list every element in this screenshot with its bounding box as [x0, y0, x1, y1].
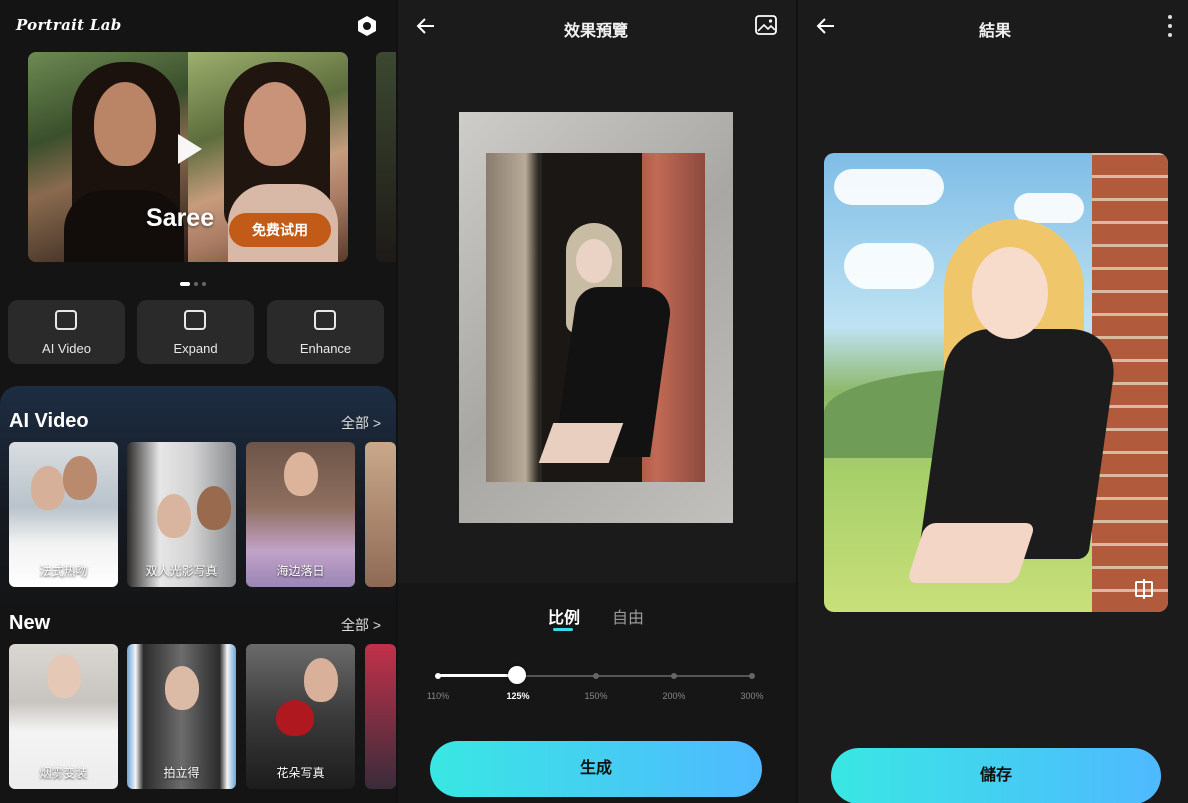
home-screen: Portrait Lab Saree 免费试用 AI Video Expand … — [0, 0, 396, 803]
ratio-label[interactable]: 300% — [732, 691, 772, 701]
promo-banner[interactable]: Saree 免费试用 — [28, 52, 348, 262]
ratio-label[interactable]: 110% — [418, 691, 458, 701]
enhance-icon — [314, 310, 336, 330]
card-caption: 双人光影写真 — [145, 564, 218, 578]
tab-free[interactable]: 自由 — [612, 604, 644, 628]
result-image — [824, 153, 1168, 612]
ratio-slider-handle[interactable] — [508, 666, 526, 684]
see-all-new-link[interactable]: 全部 > — [341, 615, 381, 635]
expand-icon — [184, 310, 206, 330]
tool-label: Enhance — [299, 341, 352, 356]
tool-ai-video-button[interactable]: AI Video — [8, 300, 125, 364]
page-title: 結果 — [979, 23, 1012, 40]
card-caption: 花朵写真 — [276, 766, 325, 780]
ratio-label[interactable]: 200% — [654, 691, 694, 701]
template-card[interactable]: 双人光影写真 — [127, 442, 236, 587]
transform-arrow-icon — [178, 134, 202, 164]
ratio-tick — [435, 673, 441, 679]
page-title: 效果預覽 — [564, 23, 629, 40]
ratio-label[interactable]: 150% — [576, 691, 616, 701]
card-caption: 拍立得 — [163, 766, 200, 780]
source-photo — [486, 153, 705, 482]
generate-button[interactable]: 生成 — [430, 741, 762, 797]
template-card-peek[interactable] — [365, 644, 396, 789]
active-tab-indicator — [553, 628, 573, 631]
template-card[interactable]: 海边落日 — [246, 442, 355, 587]
tab-ratio[interactable]: 比例 — [548, 604, 580, 628]
banner-title: Saree — [146, 204, 215, 232]
back-arrow-icon[interactable] — [416, 16, 436, 36]
save-button[interactable]: 儲存 — [831, 748, 1161, 803]
template-card[interactable]: 法式热吻 — [9, 442, 118, 587]
ratio-tick — [593, 673, 599, 679]
result-screen: 結果 儲存 — [798, 0, 1188, 803]
compare-icon[interactable] — [1135, 579, 1153, 599]
flower-bouquet — [276, 700, 314, 736]
carousel-indicator — [180, 282, 206, 286]
ratio-slider-fill — [438, 674, 518, 677]
carousel-dot — [202, 282, 206, 286]
app-title: Portrait Lab — [16, 16, 122, 34]
ratio-tick — [671, 673, 677, 679]
tool-label: Expand — [173, 341, 218, 356]
back-arrow-icon[interactable] — [816, 16, 836, 36]
tool-expand-button[interactable]: Expand — [137, 300, 254, 364]
card-caption: 烟雾变装 — [39, 766, 88, 780]
more-options-icon[interactable] — [1168, 15, 1172, 37]
preview-screen: 效果預覽 比例 自由 110% 125% 150% 200% 300% 生成 — [398, 0, 796, 803]
see-all-ai-video-link[interactable]: 全部 > — [341, 413, 381, 433]
settings-icon[interactable] — [356, 15, 378, 37]
carousel-dot — [180, 282, 190, 286]
carousel-dot — [194, 282, 198, 286]
ratio-label-selected[interactable]: 125% — [498, 691, 538, 701]
section-title-ai-video: AI Video — [9, 410, 89, 432]
template-card[interactable]: 烟雾变装 — [9, 644, 118, 789]
image-icon[interactable] — [755, 15, 777, 35]
template-card[interactable]: 拍立得 — [127, 644, 236, 789]
next-banner-peek[interactable] — [376, 52, 396, 262]
free-trial-button[interactable]: 免费试用 — [229, 213, 331, 247]
card-caption: 海边落日 — [276, 564, 325, 578]
section-title-new: New — [9, 612, 51, 634]
tool-label: AI Video — [42, 341, 91, 356]
card-caption: 法式热吻 — [39, 564, 88, 578]
tool-enhance-button[interactable]: Enhance — [267, 300, 384, 364]
ai-video-icon — [55, 310, 77, 330]
ratio-tick — [749, 673, 755, 679]
template-card-peek[interactable] — [365, 442, 396, 587]
template-card[interactable]: 花朵写真 — [246, 644, 355, 789]
